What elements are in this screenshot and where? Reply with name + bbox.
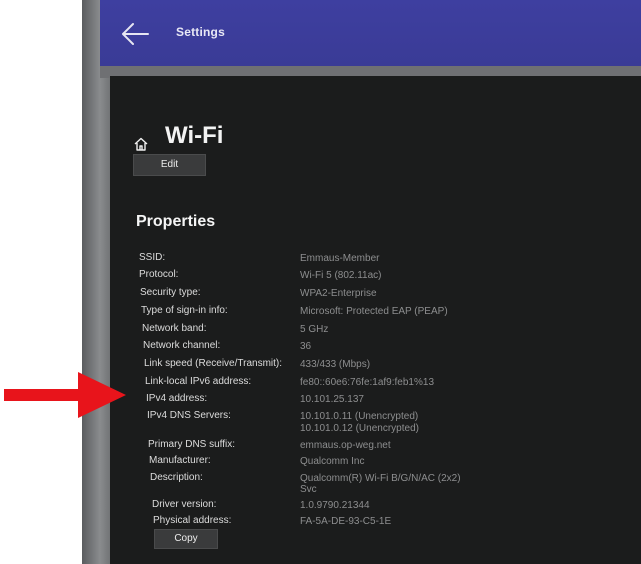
value-description-1: Qualcomm(R) Wi-Fi B/G/N/AC (2x2) — [300, 473, 461, 484]
value-link-speed: 433/433 (Mbps) — [300, 359, 371, 370]
value-ipv4-address: 10.101.25.137 — [300, 394, 364, 405]
value-network-channel: 36 — [300, 341, 312, 352]
back-button[interactable] — [118, 18, 152, 50]
value-ssid: Emmaus-Member — [300, 253, 380, 264]
section-title-properties: Properties — [136, 213, 216, 230]
value-signin-type: Microsoft: Protected EAP (PEAP) — [300, 306, 448, 317]
value-physical-address: FA-5A-DE-93-C5-1E — [300, 516, 392, 527]
label-ssid: SSID: — [139, 252, 166, 263]
window-title: Settings — [176, 25, 225, 39]
label-security-type: Security type: — [140, 287, 201, 298]
label-protocol: Protocol: — [139, 269, 179, 280]
edit-button[interactable]: Edit — [133, 154, 206, 176]
label-ipv6-address: Link-local IPv6 address: — [145, 376, 252, 387]
home-icon — [134, 137, 148, 151]
value-dns-server-1: 10.101.0.11 (Unencrypted) — [300, 411, 419, 422]
value-protocol: Wi-Fi 5 (802.11ac) — [300, 270, 382, 281]
value-security-type: WPA2-Enterprise — [300, 288, 377, 299]
value-dns-server-2: 10.101.0.12 (Unencrypted) — [300, 423, 419, 434]
value-network-band: 5 GHz — [300, 324, 329, 335]
value-ipv6-address: fe80::60e6:76fe:1af9:feb1%13 — [300, 377, 435, 388]
label-driver-version: Driver version: — [152, 499, 217, 510]
value-manufacturer: Qualcomm Inc — [300, 456, 365, 467]
value-driver-version: 1.0.9790.21344 — [300, 500, 370, 511]
copy-button[interactable]: Copy — [154, 529, 218, 549]
label-description: Description: — [150, 472, 203, 483]
frame-left-edge — [82, 0, 112, 564]
page-title: Wi-Fi — [165, 122, 224, 149]
value-description-2: Svc — [300, 484, 317, 495]
label-signin-type: Type of sign-in info: — [141, 305, 228, 316]
label-network-channel: Network channel: — [143, 340, 221, 351]
arrow-left-icon — [122, 23, 149, 45]
label-dns-suffix: Primary DNS suffix: — [148, 439, 236, 450]
label-link-speed: Link speed (Receive/Transmit): — [144, 358, 283, 369]
label-dns-servers: IPv4 DNS Servers: — [147, 410, 231, 421]
value-dns-suffix: emmaus.op-weg.net — [300, 440, 391, 451]
label-physical-address: Physical address: — [153, 515, 232, 526]
label-manufacturer: Manufacturer: — [149, 455, 211, 466]
red-arrow-icon — [4, 372, 126, 418]
title-bar: Settings — [100, 0, 641, 70]
label-ipv4-address: IPv4 address: — [146, 393, 208, 404]
label-network-band: Network band: — [142, 323, 207, 334]
